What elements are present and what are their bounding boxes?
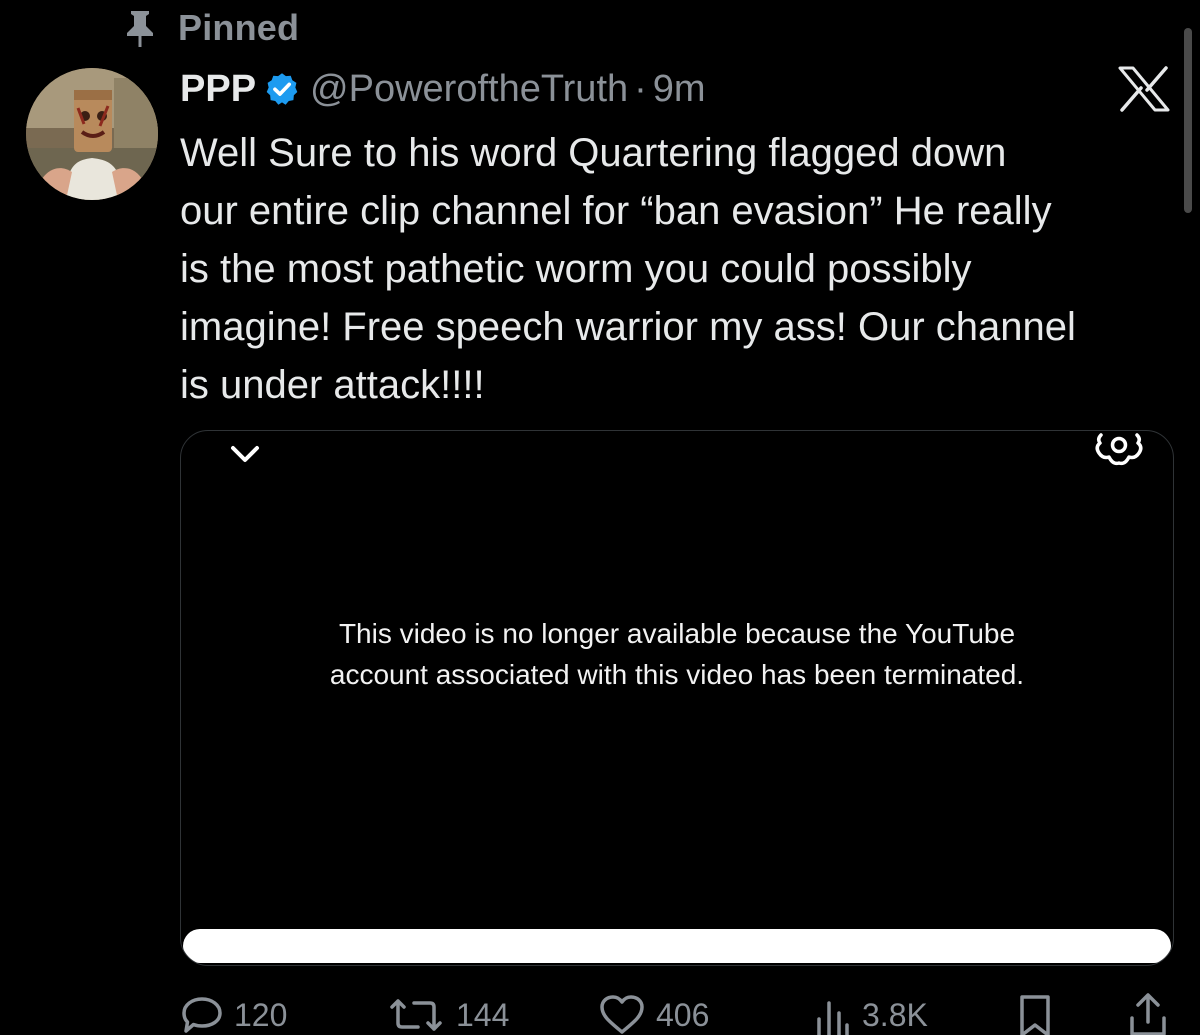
share-icon [1130,993,1166,1035]
tweet-text: Well Sure to his word Quartering flagged… [180,131,1076,407]
bookmark-icon [1020,995,1050,1035]
tweet-header: PPP @PoweroftheTruth · 9m [180,64,706,114]
separator-dot: · [634,67,647,110]
like-button[interactable]: 406 [598,990,709,1035]
settings-icon[interactable] [1089,431,1149,475]
pin-icon [127,11,153,47]
reply-icon [182,997,222,1033]
scrollbar[interactable] [1184,28,1192,213]
views-icon [817,1001,849,1035]
like-count: 406 [656,996,710,1033]
pinned-label: Pinned [178,7,300,48]
video-progress-bar[interactable] [183,929,1171,963]
like-icon [600,995,644,1034]
display-name[interactable]: PPP [180,68,256,111]
reply-button[interactable]: 120 [180,990,287,1035]
avatar[interactable] [26,68,158,200]
chevron-down-icon[interactable] [225,439,265,469]
reply-count: 120 [234,996,288,1033]
video-unavailable-message: This video is no longer available becaus… [329,618,1025,690]
timestamp[interactable]: 9m [653,68,706,111]
x-logo-icon [1118,66,1170,112]
share-button[interactable] [1126,990,1170,1035]
video-player[interactable]: This video is no longer available becaus… [180,430,1174,966]
handle[interactable]: @PoweroftheTruth [310,68,628,111]
avatar-image [26,68,158,200]
views-button[interactable]: 3.8K [812,990,928,1035]
repost-icon [390,999,442,1031]
pinned-indicator: Pinned [122,6,299,50]
action-bar: 120 144 406 3.8K [180,990,1180,1035]
verified-badge-icon[interactable] [264,71,300,107]
tweet-view: Pinned PPP @PoweroftheTruth · 9m Well Su… [0,0,1200,1035]
repost-button[interactable]: 144 [386,990,509,1035]
repost-count: 144 [456,996,510,1033]
bookmark-button[interactable] [1016,990,1054,1035]
views-count: 3.8K [862,996,928,1033]
